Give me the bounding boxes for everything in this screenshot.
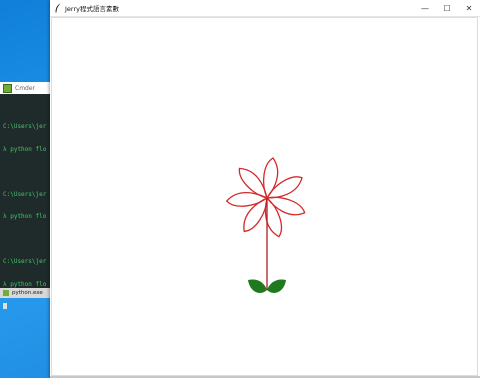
- flower-drawing: [225, 157, 306, 293]
- petal: [225, 191, 269, 207]
- leaf-right: [267, 279, 286, 293]
- console-line: C:\Users\jer: [3, 190, 47, 198]
- leaf-left: [248, 279, 267, 293]
- cmder-title: Cmder: [15, 84, 36, 92]
- console-line: λ python flo: [3, 145, 47, 153]
- cmder-tab[interactable]: python.exe: [0, 288, 52, 298]
- maximize-button[interactable]: ☐: [436, 0, 458, 17]
- close-button[interactable]: ✕: [458, 0, 480, 17]
- cmder-window[interactable]: Cmder C:\Users\jer λ python flo C:\Users…: [0, 82, 53, 309]
- feather-icon: [54, 3, 62, 13]
- terminal-icon: [3, 290, 9, 296]
- console-line: C:\Users\jer: [3, 123, 47, 130]
- text-cursor: [3, 303, 7, 309]
- console-line: λ python flo: [3, 280, 47, 288]
- window-title: Jerry程式語言素數: [65, 5, 119, 13]
- cmder-app-icon: [3, 83, 12, 93]
- minimize-button[interactable]: —: [414, 0, 436, 17]
- console-line: λ python flo: [3, 213, 47, 220]
- tab-label: python.exe: [12, 290, 43, 296]
- turtle-window[interactable]: Jerry程式語言素數 — ☐ ✕: [50, 0, 480, 378]
- petal: [238, 167, 268, 199]
- petal: [265, 196, 306, 216]
- cmder-titlebar[interactable]: Cmder: [0, 82, 52, 94]
- console-line: C:\Users\jer: [3, 258, 47, 265]
- turtle-canvas[interactable]: [51, 17, 478, 376]
- turtle-titlebar[interactable]: Jerry程式語言素數 — ☐ ✕: [50, 0, 480, 17]
